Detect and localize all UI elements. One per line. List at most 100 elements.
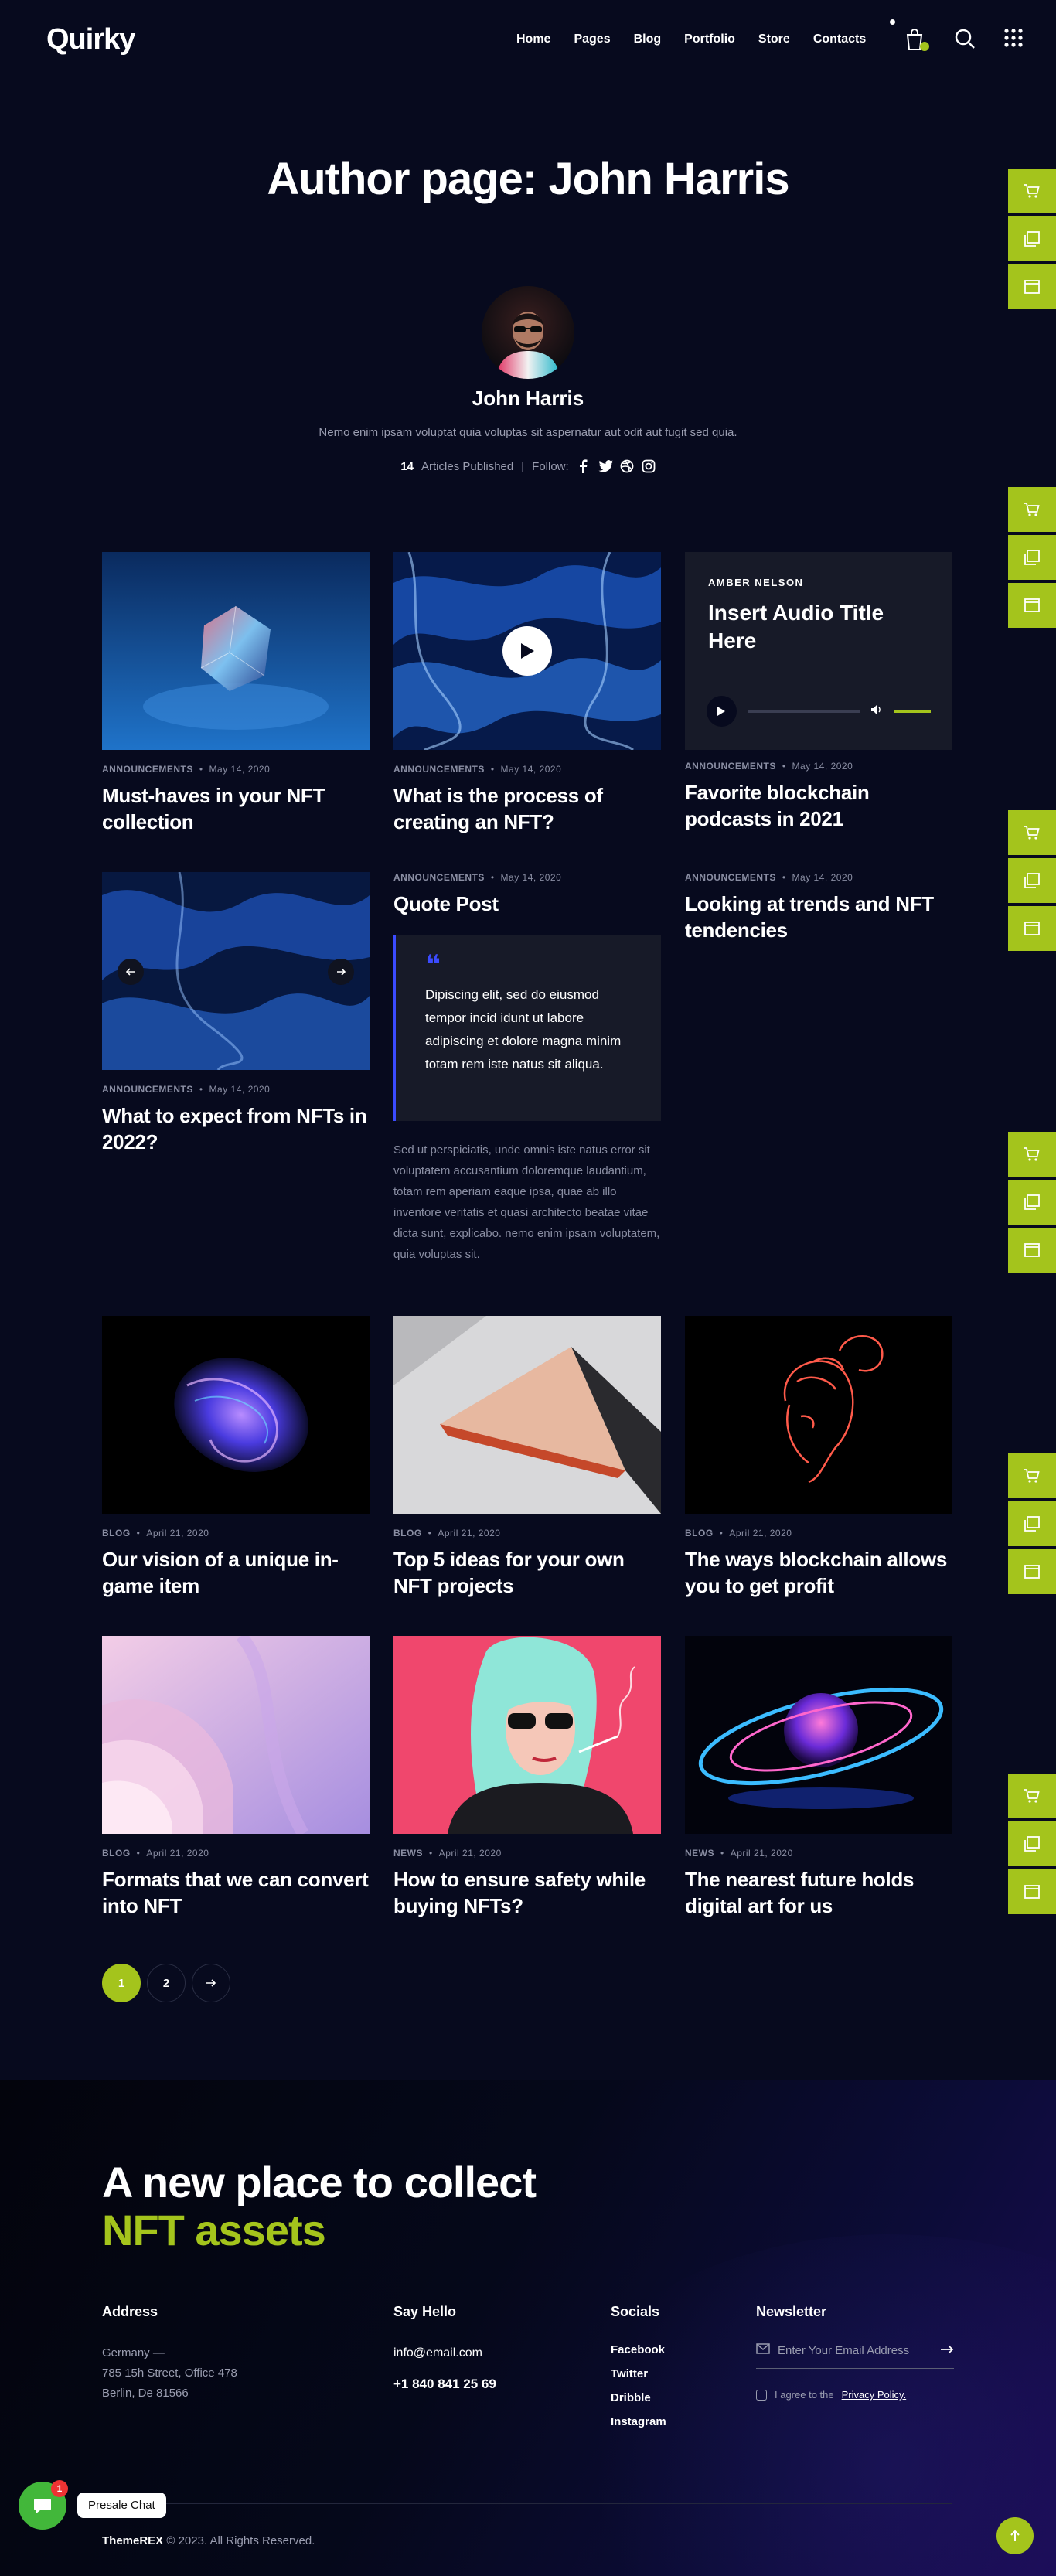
- facebook-icon[interactable]: [577, 459, 591, 473]
- post-title[interactable]: What is the process of creating an NFT?: [393, 782, 661, 835]
- post-date[interactable]: April 21, 2020: [438, 1528, 500, 1538]
- submit-arrow-icon[interactable]: [940, 2344, 954, 2357]
- nav-portfolio[interactable]: Portfolio: [684, 32, 735, 46]
- contact-phone[interactable]: +1 840 841 25 69: [393, 2374, 496, 2394]
- audio-progress-bar[interactable]: [747, 710, 860, 713]
- post-title[interactable]: How to ensure safety while buying NFTs?: [393, 1866, 661, 1919]
- social-link-twitter[interactable]: Twitter: [611, 2367, 666, 2380]
- volume-slider[interactable]: [893, 710, 931, 713]
- page-1-button[interactable]: 1: [102, 1964, 141, 2002]
- post-date[interactable]: April 21, 2020: [146, 1848, 209, 1859]
- side-window-icon[interactable]: [1008, 1869, 1056, 1914]
- post-slider[interactable]: [102, 872, 370, 1070]
- post-category[interactable]: ANNOUNCEMENTS: [393, 872, 485, 883]
- presale-chat-label[interactable]: Presale Chat: [77, 2493, 166, 2518]
- post-date[interactable]: April 21, 2020: [731, 1848, 793, 1859]
- post-category[interactable]: ANNOUNCEMENTS: [102, 764, 193, 775]
- post-date[interactable]: April 21, 2020: [439, 1848, 502, 1859]
- side-docs-icon[interactable]: [1008, 216, 1056, 261]
- nav-store[interactable]: Store: [758, 32, 790, 46]
- post-date[interactable]: May 14, 2020: [792, 872, 853, 883]
- social-link-facebook[interactable]: Facebook: [611, 2343, 666, 2356]
- post-date[interactable]: May 14, 2020: [209, 764, 271, 775]
- post-title[interactable]: Must-haves in your NFT collection: [102, 782, 370, 835]
- site-logo[interactable]: Quirky: [46, 23, 135, 56]
- twitter-icon[interactable]: [598, 459, 613, 473]
- post-title[interactable]: Formats that we can convert into NFT: [102, 1866, 370, 1919]
- side-docs-icon[interactable]: [1008, 1821, 1056, 1866]
- cart-icon[interactable]: [904, 28, 929, 51]
- post-thumbnail[interactable]: [102, 1636, 370, 1834]
- post-title[interactable]: Our vision of a unique in-game item: [102, 1546, 370, 1599]
- post-thumbnail[interactable]: [393, 1636, 661, 1834]
- social-link-dribble[interactable]: Dribble: [611, 2391, 666, 2404]
- post-title[interactable]: Quote Post: [393, 891, 661, 917]
- nav-pages[interactable]: Pages: [574, 32, 610, 46]
- post-title[interactable]: The ways blockchain allows you to get pr…: [685, 1546, 952, 1599]
- post-date[interactable]: May 14, 2020: [501, 764, 562, 775]
- audio-play-button[interactable]: [707, 696, 737, 727]
- post-date[interactable]: May 14, 2020: [209, 1084, 271, 1095]
- side-window-icon[interactable]: [1008, 1228, 1056, 1273]
- slider-next-button[interactable]: [328, 959, 354, 985]
- contact-email[interactable]: info@email.com: [393, 2343, 496, 2363]
- post-thumbnail[interactable]: [685, 1636, 952, 1834]
- post-category[interactable]: BLOG: [102, 1528, 131, 1538]
- side-window-icon[interactable]: [1008, 1549, 1056, 1594]
- slider-prev-button[interactable]: [118, 959, 144, 985]
- side-cart-icon[interactable]: [1008, 1453, 1056, 1498]
- next-page-button[interactable]: [192, 1964, 230, 2002]
- side-window-icon[interactable]: [1008, 906, 1056, 951]
- page-2-button[interactable]: 2: [147, 1964, 186, 2002]
- post-title[interactable]: Looking at trends and NFT tendencies: [685, 891, 952, 943]
- post-date[interactable]: April 21, 2020: [729, 1528, 792, 1538]
- side-window-icon[interactable]: [1008, 264, 1056, 309]
- newsletter-email-field[interactable]: Enter Your Email Address: [756, 2343, 954, 2369]
- post-title[interactable]: Top 5 ideas for your own NFT projects: [393, 1546, 661, 1599]
- privacy-policy-link[interactable]: Privacy Policy.: [842, 2389, 907, 2401]
- side-cart-icon[interactable]: [1008, 169, 1056, 213]
- search-icon[interactable]: [954, 28, 977, 51]
- scroll-to-top-button[interactable]: [996, 2517, 1034, 2554]
- side-cart-icon[interactable]: [1008, 1774, 1056, 1818]
- side-cart-icon[interactable]: [1008, 487, 1056, 532]
- post-category[interactable]: BLOG: [393, 1528, 422, 1538]
- post-thumbnail[interactable]: [393, 552, 661, 750]
- side-window-icon[interactable]: [1008, 583, 1056, 628]
- volume-icon[interactable]: [870, 704, 883, 719]
- dribbble-icon[interactable]: [620, 459, 634, 473]
- post-title[interactable]: The nearest future holds digital art for…: [685, 1866, 952, 1919]
- post-category[interactable]: BLOG: [685, 1528, 714, 1538]
- newsletter-placeholder[interactable]: Enter Your Email Address: [778, 2344, 932, 2357]
- post-thumbnail[interactable]: [393, 1316, 661, 1514]
- post-title[interactable]: Favorite blockchain podcasts in 2021: [685, 779, 952, 832]
- side-docs-icon[interactable]: [1008, 1501, 1056, 1546]
- post-category[interactable]: ANNOUNCEMENTS: [393, 764, 485, 775]
- video-play-button[interactable]: [502, 626, 552, 676]
- post-category[interactable]: ANNOUNCEMENTS: [102, 1084, 193, 1095]
- grid-menu-icon[interactable]: [1003, 28, 1027, 51]
- post-category[interactable]: NEWS: [685, 1848, 714, 1859]
- nav-blog[interactable]: Blog: [634, 32, 662, 46]
- side-docs-icon[interactable]: [1008, 535, 1056, 580]
- post-thumbnail[interactable]: [685, 1316, 952, 1514]
- privacy-checkbox[interactable]: [756, 2389, 767, 2401]
- side-cart-icon[interactable]: [1008, 810, 1056, 855]
- instagram-icon[interactable]: [642, 459, 656, 473]
- post-title[interactable]: What to expect from NFTs in 2022?: [102, 1102, 370, 1155]
- post-category[interactable]: BLOG: [102, 1848, 131, 1859]
- post-category[interactable]: ANNOUNCEMENTS: [685, 761, 776, 772]
- post-thumbnail[interactable]: [102, 552, 370, 750]
- nav-contacts[interactable]: Contacts: [813, 32, 866, 46]
- copyright-brand[interactable]: ThemeREX: [102, 2534, 163, 2547]
- side-docs-icon[interactable]: [1008, 858, 1056, 903]
- post-thumbnail[interactable]: [102, 1316, 370, 1514]
- social-link-instagram[interactable]: Instagram: [611, 2415, 666, 2428]
- post-category[interactable]: NEWS: [393, 1848, 423, 1859]
- post-date[interactable]: April 21, 2020: [146, 1528, 209, 1538]
- side-cart-icon[interactable]: [1008, 1132, 1056, 1177]
- nav-home[interactable]: Home: [516, 32, 550, 46]
- side-docs-icon[interactable]: [1008, 1180, 1056, 1225]
- post-date[interactable]: May 14, 2020: [792, 761, 853, 772]
- post-category[interactable]: ANNOUNCEMENTS: [685, 872, 776, 883]
